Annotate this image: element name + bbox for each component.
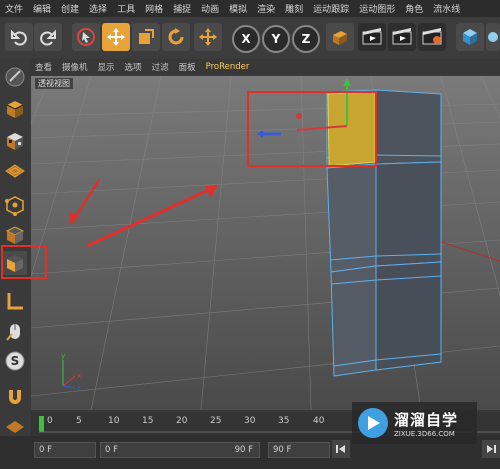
- end-frame-field[interactable]: 90 F: [268, 442, 330, 458]
- end-frame-value: 90 F: [234, 445, 253, 455]
- viewport-menu-view[interactable]: 查看: [30, 61, 57, 73]
- texture-mode-icon[interactable]: [3, 129, 27, 153]
- workplane-mode-icon[interactable]: [3, 159, 27, 183]
- timeline-tick: 15: [142, 416, 154, 426]
- x-axis-lock-button[interactable]: X: [232, 25, 260, 53]
- svg-text:y: y: [61, 352, 65, 360]
- timeline-tick: 25: [210, 416, 222, 426]
- perspective-viewport[interactable]: y x z 透视视图: [31, 76, 500, 410]
- svg-text:z: z: [77, 384, 81, 392]
- render-picture-viewer-icon[interactable]: [388, 23, 416, 51]
- menu-item-file[interactable]: 文件: [0, 2, 28, 15]
- render-view-icon[interactable]: [358, 23, 386, 51]
- menu-item-edit[interactable]: 编辑: [28, 2, 56, 15]
- go-to-end-button[interactable]: [482, 440, 500, 458]
- svg-text:x: x: [77, 372, 81, 380]
- menu-item-mesh[interactable]: 网格: [140, 2, 168, 15]
- timeline-tick: 35: [278, 416, 290, 426]
- menu-bar: 文件 编辑 创建 选择 工具 网格 捕捉 动画 模拟 渲染 雕刻 运动跟踪 运动…: [0, 0, 500, 17]
- transform-icon[interactable]: [194, 23, 222, 51]
- model-mode-icon[interactable]: [3, 97, 27, 121]
- menu-item-snap[interactable]: 捕捉: [168, 2, 196, 15]
- timeline-tick: 5: [76, 416, 82, 426]
- go-to-end-icon: [487, 445, 496, 453]
- menu-item-simulate[interactable]: 模拟: [224, 2, 252, 15]
- current-frame-field[interactable]: 0 F 90 F: [100, 442, 260, 458]
- coordinate-system-icon[interactable]: [326, 23, 354, 51]
- scale-icon[interactable]: [132, 23, 160, 51]
- selected-polygon: [327, 91, 376, 167]
- timeline-tick: 30: [244, 416, 256, 426]
- go-to-start-button[interactable]: [332, 440, 350, 458]
- redo-icon[interactable]: [34, 23, 62, 51]
- viewport-menu-cameras[interactable]: 摄像机: [57, 61, 93, 73]
- edge-mode-icon[interactable]: [3, 223, 27, 247]
- cube-icon[interactable]: [456, 23, 484, 51]
- axis-mode-icon[interactable]: [3, 289, 27, 313]
- menu-item-create[interactable]: 创建: [56, 2, 84, 15]
- main-toolbar: X Y Z: [0, 17, 500, 60]
- viewport-menu-options[interactable]: 选项: [120, 61, 147, 73]
- point-mode-icon[interactable]: [3, 193, 27, 217]
- y-axis-lock-button[interactable]: Y: [262, 25, 290, 53]
- watermark-url: ZIXUE.3D66.COM: [394, 429, 455, 438]
- viewport-menu-filter[interactable]: 过滤: [147, 61, 174, 73]
- menu-item-mograph[interactable]: 运动图形: [354, 2, 400, 15]
- start-frame-field[interactable]: 0 F: [34, 442, 96, 458]
- watermark-brand: 溜溜自学: [394, 410, 459, 429]
- menu-item-pipeline[interactable]: 流水线: [428, 2, 465, 15]
- go-to-start-icon: [336, 445, 345, 453]
- snap-icon[interactable]: S: [3, 349, 27, 373]
- menu-item-render[interactable]: 渲染: [252, 2, 280, 15]
- svg-text:S: S: [11, 354, 20, 368]
- pen-icon[interactable]: [486, 23, 500, 51]
- menu-item-tools[interactable]: 工具: [112, 2, 140, 15]
- z-axis-lock-button[interactable]: Z: [292, 25, 320, 53]
- viewport-menu-panel[interactable]: 面板: [174, 61, 201, 73]
- make-editable-icon[interactable]: [3, 65, 27, 89]
- magnet-icon[interactable]: [3, 385, 27, 409]
- menu-item-select[interactable]: 选择: [84, 2, 112, 15]
- annotation-box-polygon-mode: [1, 245, 47, 279]
- timeline-tick: 0: [47, 416, 53, 426]
- menu-item-motion-tracking[interactable]: 运动跟踪: [308, 2, 354, 15]
- watermark-logo-icon: [358, 408, 388, 438]
- rotate-icon[interactable]: [162, 23, 190, 51]
- viewport-menu-prorender[interactable]: ProRender: [201, 62, 255, 72]
- render-settings-icon[interactable]: [418, 23, 446, 51]
- menu-item-character[interactable]: 角色: [400, 2, 428, 15]
- viewport-scene: y x z: [31, 76, 500, 410]
- viewport-menu: 查看 摄像机 显示 选项 过滤 面板 ProRender: [30, 59, 500, 75]
- current-frame-value: 0 F: [105, 445, 118, 455]
- viewport-menu-display[interactable]: 显示: [93, 61, 120, 73]
- watermark: 溜溜自学 ZIXUE.3D66.COM: [352, 402, 477, 444]
- menu-item-sculpt[interactable]: 雕刻: [280, 2, 308, 15]
- menu-item-animate[interactable]: 动画: [196, 2, 224, 15]
- timeline-tick: 40: [313, 416, 325, 426]
- select-arrow-icon[interactable]: [72, 23, 100, 51]
- timeline-tick: 20: [176, 416, 188, 426]
- tweak-mode-icon[interactable]: [3, 319, 27, 343]
- undo-icon[interactable]: [5, 23, 33, 51]
- viewport-label: 透视视图: [35, 78, 73, 89]
- timeline-tick: 10: [108, 416, 120, 426]
- move-icon[interactable]: [102, 23, 130, 51]
